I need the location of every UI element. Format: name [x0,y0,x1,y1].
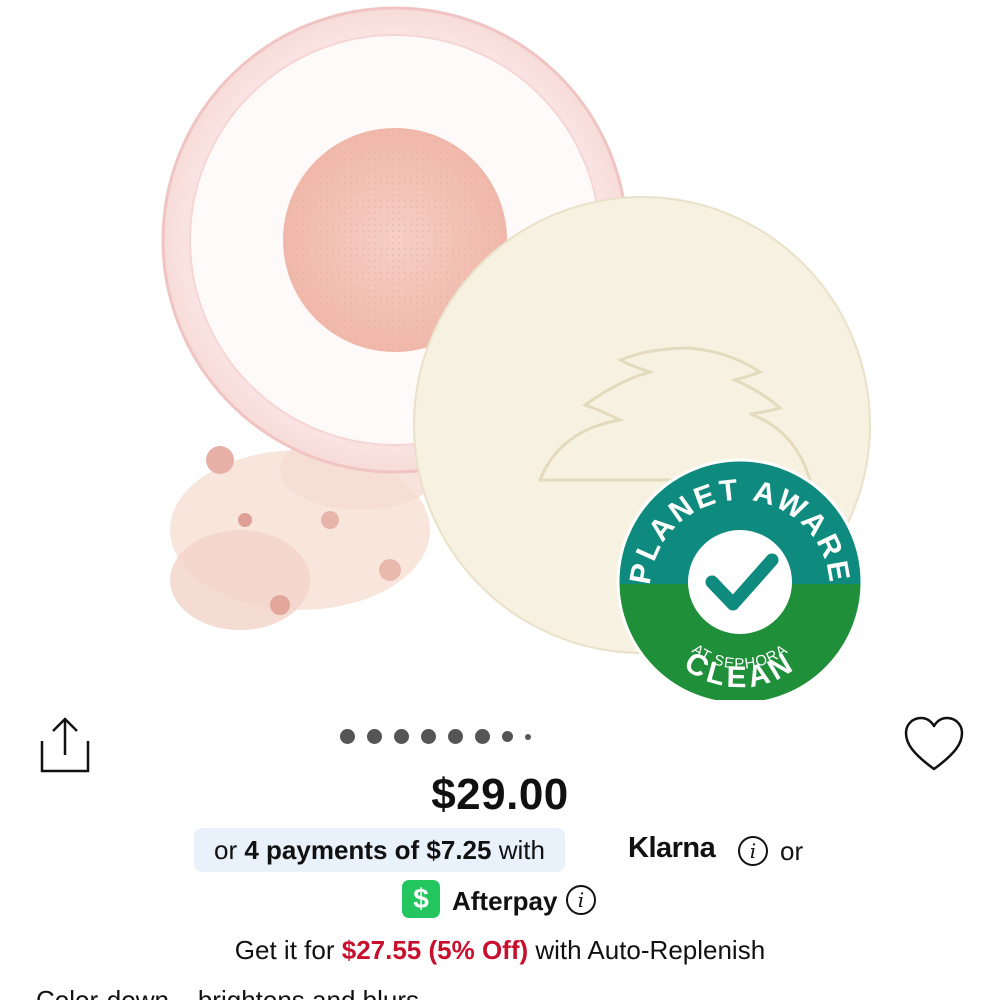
afterpay-logo-icon: $ [402,880,440,918]
carousel-dots [340,729,543,744]
replenish-prefix: Get it for [234,935,335,965]
klarna-payment-row: or 4 payments of $7.25 with Klarna i or [0,828,1000,874]
afterpay-payment-row: $ Afterpay i [0,878,1000,924]
carousel-dot[interactable] [421,729,436,744]
replenish-sale-price: $27.55 (5% Off) [341,935,529,965]
product-image[interactable]: PLANET AWARE AT SEPHORA CLEAN [0,0,1000,700]
carousel-dot[interactable] [394,729,409,744]
klarna-with: with [498,834,545,865]
product-price: $29.00 [431,770,569,819]
klarna-installment-pill[interactable]: or 4 payments of $7.25 with [194,828,565,872]
klarna-amount: 4 payments of $7.25 [244,834,492,865]
klarna-prefix: or [214,834,238,865]
afterpay-label[interactable]: Afterpay [452,886,557,917]
carousel-dot[interactable] [525,733,531,740]
heart-icon [904,716,964,771]
klarna-logo: Klarna [628,832,716,864]
carousel-dot[interactable] [448,729,463,744]
info-icon[interactable]: i [566,885,596,915]
auto-replenish-offer[interactable]: Get it for $27.55 (5% Off) with Auto-Rep… [0,935,1000,966]
carousel-dot[interactable] [502,731,513,742]
favorite-button[interactable] [902,715,966,773]
image-toolbar [0,705,1000,780]
carousel-dot[interactable] [475,729,490,744]
planet-aware-clean-badge[interactable]: PLANET AWARE AT SEPHORA CLEAN [616,458,864,700]
product-description: Color-down... brightens and blurs [36,985,419,1000]
share-button[interactable] [36,713,94,775]
share-icon [40,717,90,773]
carousel-dot[interactable] [367,729,382,744]
or-text: or [780,836,804,866]
carousel-dot[interactable] [340,729,355,744]
info-icon[interactable]: i [738,836,768,866]
replenish-suffix: with Auto-Replenish [535,935,766,965]
